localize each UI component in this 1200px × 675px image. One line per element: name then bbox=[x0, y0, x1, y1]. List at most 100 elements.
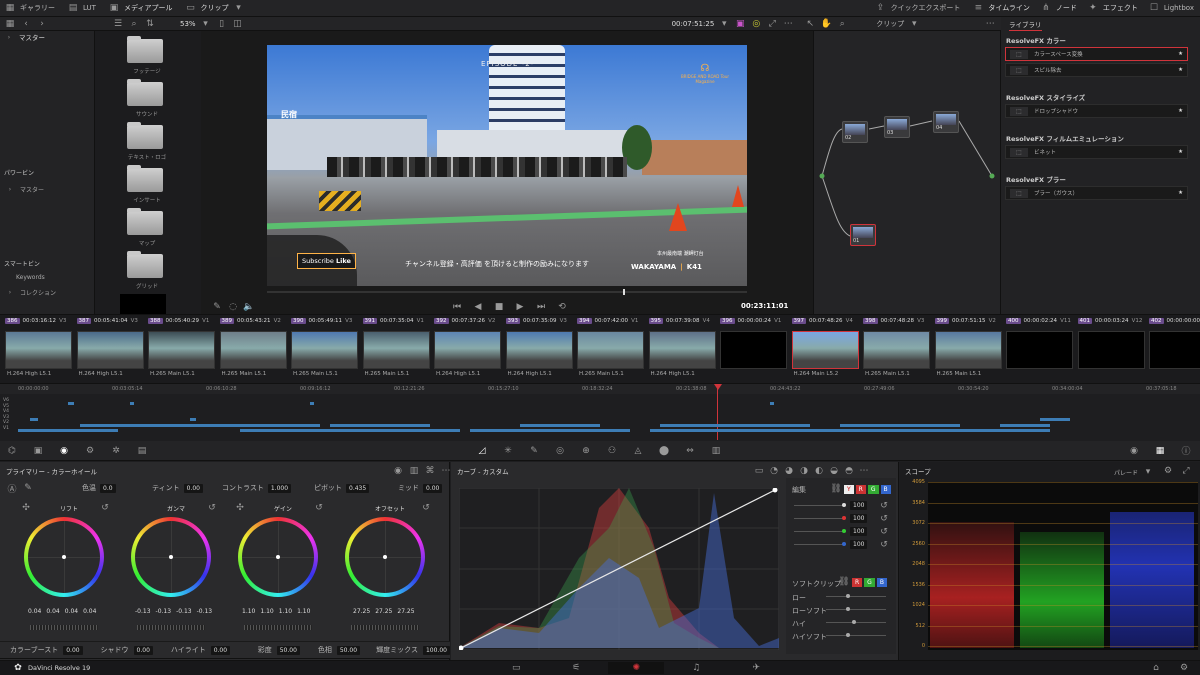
favorite-star-icon[interactable]: ★ bbox=[1178, 51, 1183, 57]
wheel-value-field[interactable]: 1.10 bbox=[242, 608, 255, 615]
intensity-field[interactable]: 100 bbox=[850, 501, 868, 510]
smart-bin-keywords[interactable]: Keywords bbox=[16, 274, 45, 281]
playhead-marker[interactable] bbox=[623, 289, 625, 295]
library-effect-item[interactable]: ⬚ カラースペース変換 ★ bbox=[1005, 47, 1188, 61]
hand-icon[interactable]: ✋ bbox=[820, 18, 832, 30]
highlight-field[interactable]: 0.00 bbox=[210, 645, 231, 655]
chevron-down-icon[interactable]: ▾ bbox=[718, 18, 730, 30]
intensity-dot[interactable] bbox=[842, 503, 846, 507]
gallery-icon[interactable]: ▦ bbox=[4, 2, 16, 14]
timeline-clip-segment[interactable] bbox=[900, 429, 1050, 432]
color-wheel[interactable] bbox=[131, 517, 211, 597]
settings-icon[interactable]: ⚙ bbox=[1178, 662, 1190, 674]
channel-r-button[interactable]: R bbox=[855, 484, 866, 494]
rgb-mixer-icon[interactable]: ✲ bbox=[110, 445, 122, 457]
window-icon[interactable]: ◎ bbox=[554, 445, 566, 457]
crosshair-icon[interactable]: ✣ bbox=[234, 502, 246, 514]
color-wheel[interactable] bbox=[238, 517, 318, 597]
node-clip-label[interactable]: クリップ bbox=[876, 19, 904, 29]
effects-tab[interactable]: エフェクト bbox=[1103, 3, 1138, 13]
curves-icon[interactable]: ◿ bbox=[476, 445, 488, 457]
wheel-value-field[interactable]: 0.04 bbox=[83, 608, 96, 615]
clip-thumbnail[interactable] bbox=[219, 331, 287, 369]
color-pick-icon[interactable]: ▣ bbox=[734, 18, 746, 30]
forward-icon[interactable]: › bbox=[36, 18, 48, 30]
fairlight-page-icon[interactable]: ♫ bbox=[668, 662, 724, 674]
sat-vs-sat-icon[interactable]: ◒ bbox=[828, 465, 840, 477]
scope-settings-icon[interactable]: ⚙ bbox=[1162, 465, 1174, 477]
media-folder[interactable]: グリッド bbox=[127, 251, 167, 290]
loop-icon[interactable]: ⟲ bbox=[556, 301, 568, 313]
softclip-high-soft-slider[interactable] bbox=[826, 633, 886, 637]
wipe-icon[interactable]: ◌ bbox=[227, 301, 239, 313]
intensity-field[interactable]: 100 bbox=[850, 514, 868, 523]
scope-expand-icon[interactable]: ⤢ bbox=[1180, 465, 1192, 477]
wheel-value-field[interactable]: 27.25 bbox=[397, 608, 414, 615]
wheel-master-slider[interactable] bbox=[137, 625, 205, 630]
media-folder[interactable]: テキスト・ロゴ bbox=[127, 122, 167, 161]
reset-icon[interactable]: ↺ bbox=[878, 539, 890, 551]
wheel-value-field[interactable]: -0.13 bbox=[156, 608, 172, 615]
motion-effects-icon[interactable]: ▤ bbox=[136, 445, 148, 457]
clip-thumbnail[interactable] bbox=[434, 331, 501, 369]
library-section-title[interactable]: ResolveFX カラー bbox=[1006, 35, 1066, 45]
wheel-reset-icon[interactable]: ↺ bbox=[420, 502, 432, 514]
curve-graph[interactable] bbox=[459, 488, 779, 650]
lut-tab[interactable]: LUT bbox=[83, 4, 96, 12]
color-page-icon[interactable]: ✺ bbox=[608, 662, 665, 674]
saturation-field[interactable]: 50.00 bbox=[276, 645, 300, 655]
grid-view-icon[interactable]: ▦ bbox=[4, 18, 16, 30]
contrast-field[interactable]: 1.000 bbox=[267, 483, 292, 493]
bars-mode-icon[interactable]: ▥ bbox=[408, 465, 420, 477]
3d-icon[interactable]: ▥ bbox=[710, 445, 722, 457]
gallery-tab[interactable]: ギャラリー bbox=[20, 3, 55, 13]
clip-thumbnail[interactable] bbox=[148, 331, 215, 369]
timeline-clip-segment[interactable] bbox=[80, 424, 320, 427]
timeline-clip-segment[interactable] bbox=[310, 402, 314, 405]
clip-thumbnail[interactable] bbox=[1077, 331, 1145, 369]
fusion-page-icon[interactable]: ⚟ bbox=[548, 662, 604, 674]
node-more-icon[interactable]: ⋯ bbox=[984, 18, 996, 30]
color-wheels-icon[interactable]: ◉ bbox=[58, 445, 70, 457]
chevron-down-icon[interactable]: ▾ bbox=[200, 18, 212, 30]
node-01[interactable]: 01 bbox=[850, 224, 876, 246]
sort-icon[interactable]: ⇅ bbox=[144, 18, 156, 30]
color-warper-icon[interactable]: ✳ bbox=[502, 445, 514, 457]
chevron-down-icon[interactable]: ▾ bbox=[232, 2, 244, 14]
viewer-mode-icon[interactable]: ▯ bbox=[216, 18, 228, 30]
favorite-star-icon[interactable]: ★ bbox=[1178, 67, 1183, 73]
chevron-right-icon[interactable]: › bbox=[3, 31, 15, 43]
node-03[interactable]: 03 bbox=[884, 116, 910, 138]
wheel-value-field[interactable]: -0.13 bbox=[176, 608, 192, 615]
media-folder-black[interactable] bbox=[120, 294, 166, 314]
intensity-dot[interactable] bbox=[842, 529, 846, 533]
clip-thumbnail[interactable] bbox=[1006, 331, 1073, 369]
home-icon[interactable]: ⌂ bbox=[1150, 662, 1162, 674]
media-folder[interactable]: インサート bbox=[127, 165, 167, 204]
viewer-scrubber[interactable] bbox=[267, 289, 747, 295]
softclip-low-slider[interactable] bbox=[826, 594, 886, 598]
wheel-value-field[interactable]: 1.10 bbox=[260, 608, 273, 615]
timeline-clip-segment[interactable] bbox=[30, 418, 38, 421]
search-icon[interactable]: ⌕ bbox=[128, 18, 140, 30]
intensity-slider[interactable] bbox=[794, 531, 846, 532]
timeline-icon[interactable]: ≡ bbox=[972, 2, 984, 14]
nodes-tab[interactable]: ノード bbox=[1056, 3, 1077, 13]
curve-custom-icon[interactable]: ▭ bbox=[753, 465, 765, 477]
clip-thumbnail[interactable] bbox=[505, 331, 573, 369]
list-view-icon[interactable]: ☰ bbox=[112, 18, 124, 30]
skip-end-icon[interactable]: ⏭ bbox=[535, 301, 547, 313]
camera-raw-icon[interactable]: ⌬ bbox=[6, 445, 18, 457]
softclip-low-soft-slider[interactable] bbox=[826, 607, 886, 611]
media-page-icon[interactable]: ▭ bbox=[488, 662, 544, 674]
intensity-slider[interactable] bbox=[794, 544, 846, 545]
library-section-title[interactable]: ResolveFX フィルムエミュレーション bbox=[1006, 133, 1124, 143]
wheel-center-dot[interactable] bbox=[169, 555, 173, 559]
wheel-reset-icon[interactable]: ↺ bbox=[313, 502, 325, 514]
timeline-clip-segment[interactable] bbox=[18, 429, 118, 432]
link-icon[interactable]: ⛓ bbox=[830, 483, 842, 495]
tracker-icon[interactable]: ⊕ bbox=[580, 445, 592, 457]
media-folder[interactable]: フッテージ bbox=[127, 36, 167, 75]
clip-thumbnail[interactable] bbox=[720, 331, 787, 369]
wheel-master-slider[interactable] bbox=[244, 625, 312, 630]
